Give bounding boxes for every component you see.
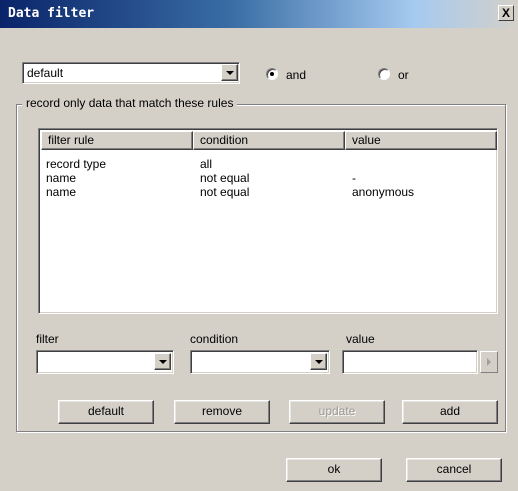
row-condition: not equal	[200, 185, 250, 199]
title-bar[interactable]: Data filter X	[0, 0, 518, 28]
window-title: Data filter	[8, 6, 95, 21]
cancel-button[interactable]: cancel	[406, 458, 502, 482]
row-condition: all	[200, 157, 213, 171]
data-filter-dialog: Data filter X default and or record only…	[0, 0, 518, 491]
table-header: filter rule condition value	[41, 131, 497, 151]
table-row[interactable]: record type all	[41, 157, 495, 171]
row-value: -	[352, 171, 356, 185]
table-row[interactable]: name not equal anonymous	[41, 185, 495, 199]
chevron-down-icon[interactable]	[221, 64, 238, 81]
chevron-right-icon[interactable]	[480, 351, 498, 373]
ok-button[interactable]: ok	[286, 458, 382, 482]
preset-value: default	[27, 66, 64, 80]
add-button[interactable]: add	[402, 400, 498, 424]
rules-group-label: record only data that match these rules	[22, 96, 238, 110]
or-radio[interactable]	[378, 68, 390, 80]
chevron-down-icon[interactable]	[154, 353, 171, 370]
column-header-condition[interactable]: condition	[193, 131, 345, 150]
row-filter-rule: name	[46, 171, 77, 185]
filter-rules-table[interactable]: filter rule condition value record type …	[38, 128, 498, 314]
value-input[interactable]	[342, 350, 478, 374]
filter-dropdown[interactable]	[36, 350, 174, 374]
row-filter-rule: name	[46, 185, 77, 199]
and-label[interactable]: and	[286, 68, 306, 82]
chevron-down-icon[interactable]	[310, 353, 327, 370]
value-label: value	[346, 332, 375, 346]
preset-dropdown[interactable]: default	[22, 62, 240, 84]
and-radio[interactable]	[266, 68, 278, 80]
row-value: anonymous	[352, 185, 415, 199]
default-button[interactable]: default	[58, 400, 154, 424]
filter-label: filter	[36, 332, 59, 346]
or-label[interactable]: or	[398, 68, 409, 82]
table-row[interactable]: name not equal -	[41, 171, 495, 185]
remove-button[interactable]: remove	[174, 400, 270, 424]
column-header-value[interactable]: value	[345, 131, 497, 150]
close-icon: X	[501, 6, 510, 20]
close-button[interactable]: X	[498, 5, 514, 21]
column-header-filter-rule[interactable]: filter rule	[41, 131, 193, 150]
condition-dropdown[interactable]	[190, 350, 330, 374]
row-condition: not equal	[200, 171, 250, 185]
condition-label: condition	[190, 332, 239, 346]
row-filter-rule: record type	[46, 157, 107, 171]
update-button[interactable]: update	[289, 400, 385, 424]
